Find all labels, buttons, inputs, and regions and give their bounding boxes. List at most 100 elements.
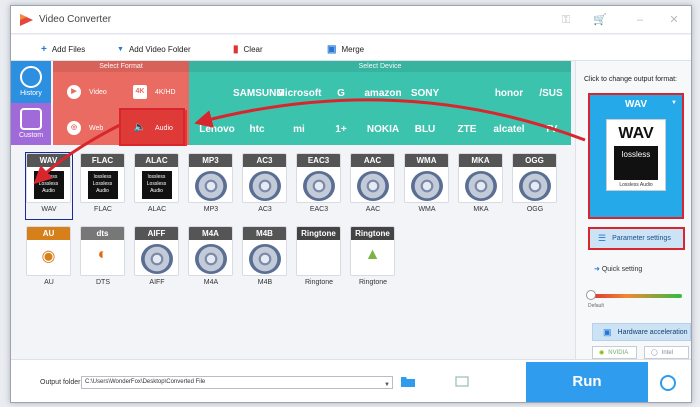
format-tile-mka[interactable]: MKA MKA <box>458 153 504 219</box>
lossless-logo-text: Lossless <box>146 181 167 187</box>
app-logo-icon <box>20 14 33 26</box>
format-tile-au[interactable]: AU ◉ AU <box>26 226 72 292</box>
format-tile-ringtone[interactable]: Ringtone Ringtone <box>296 226 342 292</box>
format-name: ALAC <box>147 206 167 213</box>
lossless-logo-text: lossless <box>147 174 166 180</box>
add-files-button[interactable]: + Add Files <box>41 42 85 56</box>
format-tile-alac[interactable]: ALAC lossless Lossless Audio ALAC <box>134 153 180 219</box>
folder-down-icon: ▼ <box>117 45 124 53</box>
minimize-icon[interactable]: – <box>633 13 647 27</box>
format-name: AU <box>44 279 54 286</box>
quality-slider[interactable] <box>590 294 682 298</box>
quality-slider-knob[interactable] <box>586 290 596 300</box>
format-name: OGG <box>526 206 544 213</box>
format-tile-m4b[interactable]: M4B M4B <box>242 226 288 292</box>
hardware-acceleration-button[interactable]: ▣ Hardware acceleration <box>592 323 691 341</box>
device-brand-11[interactable]: htc <box>233 124 281 135</box>
format-icon-label: FLAC <box>81 154 124 167</box>
format-icon-label: MP3 <box>189 154 232 167</box>
format-tile-ogg[interactable]: OGG OGG <box>512 153 558 219</box>
web-format-button[interactable]: ◎ Web <box>55 110 121 146</box>
format-icon-label: WAV <box>27 154 70 167</box>
output-settings-pane: Click to change output format: WAV ▼ WAV… <box>575 61 691 359</box>
format-name: FLAC <box>94 206 112 213</box>
open-folder-icon[interactable] <box>401 376 415 387</box>
format-icon-label: AC3 <box>243 154 286 167</box>
hardware-acceleration-label: Hardware acceleration <box>617 328 688 336</box>
format-tile-aac[interactable]: AAC AAC <box>350 153 396 219</box>
output-folder-label: Output folder: <box>40 379 83 386</box>
play-icon: ▶ <box>67 85 81 99</box>
dropdown-icon[interactable]: ▼ <box>384 380 390 391</box>
device-brand-14[interactable]: NOKIA <box>359 124 407 135</box>
format-name: WMA <box>418 206 436 213</box>
sliders-icon: ☰ <box>598 233 607 243</box>
import-icon[interactable] <box>455 376 469 387</box>
format-icon-label: AIFF <box>135 227 178 240</box>
device-brand-5[interactable]: amazon <box>359 88 407 99</box>
format-name: WAV <box>41 206 57 213</box>
clock-icon <box>20 66 42 88</box>
custom-button[interactable]: Custom <box>11 103 51 145</box>
merge-label: Merge <box>341 44 365 54</box>
format-icon: WMA <box>404 153 449 203</box>
app-window: Video Converter ⚿ 🛒 – ✕ + Add Files ▼ Ad… <box>10 5 692 403</box>
add-video-folder-button[interactable]: ▼ Add Video Folder <box>117 42 191 56</box>
format-tile-wma[interactable]: WMA WMA <box>404 153 450 219</box>
device-brand-18[interactable]: TV <box>527 124 575 135</box>
format-name: Ringtone <box>304 279 334 286</box>
merge-button[interactable]: ▣ Merge <box>327 42 364 56</box>
format-tile-flac[interactable]: FLAC lossless Lossless Audio FLAC <box>80 153 126 219</box>
web-label: Web <box>89 124 104 132</box>
run-button[interactable]: Run <box>526 362 648 402</box>
custom-label: Custom <box>18 132 44 139</box>
format-tile-aiff[interactable]: AIFF AIFF <box>134 226 180 292</box>
format-tile-eac3[interactable]: EAC3 EAC3 <box>296 153 342 219</box>
format-tile-ringtone[interactable]: Ringtone ▲ Ringtone <box>350 226 396 292</box>
nvidia-icon: ◉ <box>599 350 605 356</box>
format-tile-dts[interactable]: dts ◐ DTS <box>80 226 126 292</box>
device-brand-15[interactable]: BLU <box>401 124 449 135</box>
output-folder-input[interactable]: C:\Users\WonderFox\Desktop\Converted Fil… <box>81 376 393 389</box>
device-brand-13[interactable]: 1+ <box>317 124 365 135</box>
select-device-header: Select Device <box>189 61 571 72</box>
history-label: History <box>20 90 42 97</box>
device-brand-4[interactable]: G <box>317 88 365 99</box>
format-icon: FLAC lossless Lossless Audio <box>80 153 125 203</box>
cart-icon[interactable]: 🛒 <box>593 13 607 27</box>
alarm-clock-icon[interactable] <box>660 375 676 391</box>
device-brand-8[interactable]: honor <box>485 88 533 99</box>
format-icon-label: ALAC <box>135 154 178 167</box>
format-icon: OGG <box>512 153 557 203</box>
disc-icon <box>248 244 281 274</box>
device-brand-16[interactable]: ZTE <box>443 124 491 135</box>
output-format-selector[interactable]: WAV ▼ WAV lossless Lossless Audio <box>588 93 684 219</box>
key-icon[interactable]: ⚿ <box>559 13 573 27</box>
device-brand-17[interactable]: alcatel <box>485 124 533 135</box>
nvidia-toggle[interactable]: ◉ NVIDIA <box>592 346 637 359</box>
audio-highlight-box <box>119 108 185 146</box>
clear-button[interactable]: ▮ Clear <box>233 42 263 56</box>
hd-format-button[interactable]: 4K 4K/HD <box>121 74 187 110</box>
device-brand-3[interactable]: Microsoft <box>275 88 323 99</box>
disc-icon <box>140 244 173 274</box>
device-brand-6[interactable]: SONY <box>401 88 449 99</box>
format-name: AAC <box>365 206 381 213</box>
device-brand-9[interactable]: /SUS <box>527 88 575 99</box>
quick-setting-text: Quick setting <box>601 266 643 273</box>
output-format-caption: Click to change output format: <box>584 76 677 83</box>
format-tile-m4a[interactable]: M4A M4A <box>188 226 234 292</box>
close-icon[interactable]: ✕ <box>667 13 681 27</box>
disc-icon <box>248 171 281 201</box>
format-tile-wav[interactable]: WAV lossless Lossless Audio WAV <box>25 152 73 220</box>
intel-toggle[interactable]: ◯ Intel <box>644 346 689 359</box>
device-brand-2[interactable]: SAMSUNG <box>233 88 284 99</box>
device-brand-12[interactable]: mi <box>275 124 323 135</box>
lossless-logo-text: lossless <box>93 174 112 180</box>
history-button[interactable]: History <box>11 61 51 103</box>
video-format-button[interactable]: ▶ Video <box>55 74 121 110</box>
parameter-settings-button[interactable]: ☰ Parameter settings <box>588 227 685 250</box>
format-tile-ac3[interactable]: AC3 AC3 <box>242 153 288 219</box>
disc-icon <box>518 171 551 201</box>
format-tile-mp3[interactable]: MP3 MP3 <box>188 153 234 219</box>
